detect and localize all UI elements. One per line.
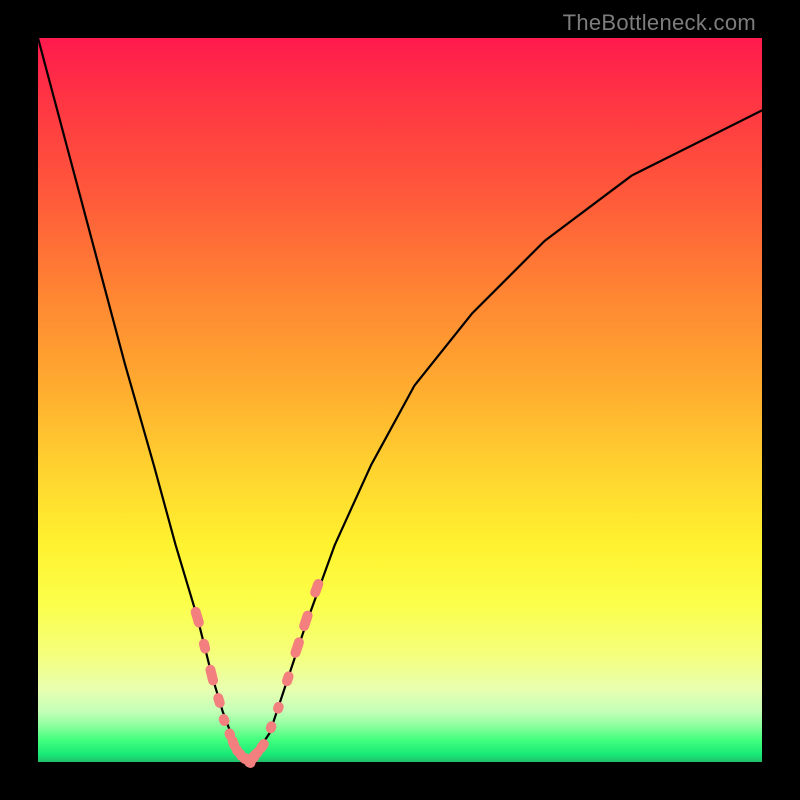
highlight-marker [265, 721, 277, 734]
highlighted-points-group [190, 578, 324, 769]
highlight-marker [309, 578, 324, 598]
highlight-marker [198, 638, 210, 654]
highlight-marker [298, 610, 313, 632]
watermark-text: TheBottleneck.com [563, 10, 756, 36]
highlight-marker [190, 606, 204, 628]
plot-area [38, 38, 762, 762]
bottleneck-curve [38, 38, 762, 762]
highlight-marker [205, 664, 219, 686]
highlight-marker [272, 701, 284, 714]
highlight-marker [281, 671, 294, 687]
highlight-marker [290, 637, 305, 659]
outer-frame: TheBottleneck.com [0, 0, 800, 800]
chart-svg [38, 38, 762, 762]
highlight-marker [213, 692, 226, 708]
